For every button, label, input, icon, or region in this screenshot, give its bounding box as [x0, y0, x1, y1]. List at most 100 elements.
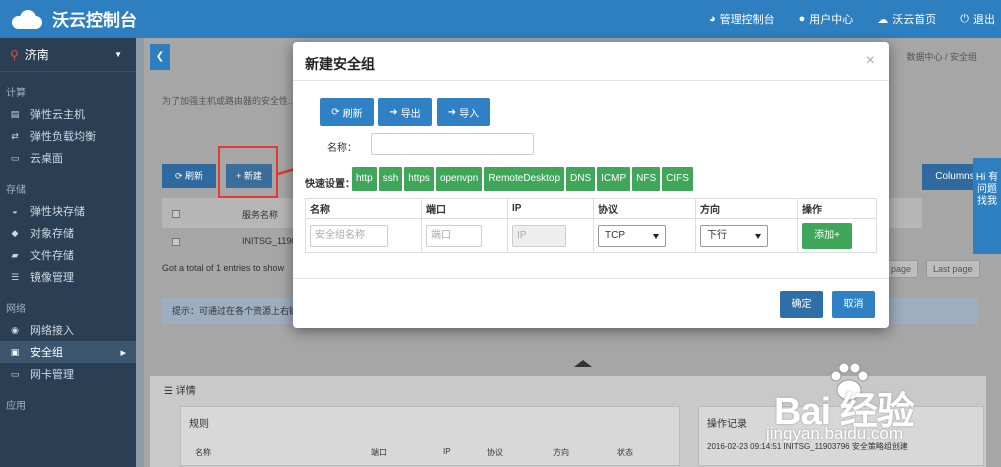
- rules-col-ip: IP: [443, 447, 451, 456]
- sidebar-item-image[interactable]: ☰ 镜像管理: [0, 266, 136, 288]
- row-checkbox[interactable]: [172, 238, 180, 246]
- rules-title: 规则: [189, 419, 209, 430]
- power-icon: ⏻: [960, 12, 969, 25]
- dashboard-icon: ◕: [708, 13, 716, 25]
- table-row[interactable]: INITSG_1190: [242, 236, 296, 246]
- brand-title: 沃云控制台: [52, 11, 137, 30]
- page-notice: 为了加强主机或路由器的安全性...: [162, 96, 296, 106]
- watermark: Bai 经验 jingyan.baidu.com: [754, 356, 1001, 467]
- sidebar-item-ecs[interactable]: ▤ 弹性云主机: [0, 103, 136, 125]
- rules-columns: 名称 端口 IP 协议 方向 状态: [195, 447, 633, 458]
- tag-http[interactable]: http: [352, 167, 377, 191]
- tab-detail[interactable]: ☰ 详情: [164, 382, 196, 397]
- tag-ssh[interactable]: ssh: [378, 167, 403, 191]
- tag-icmp[interactable]: ICMP: [597, 167, 631, 191]
- header-ip: IP: [507, 198, 594, 219]
- top-nav: ◕ 管理控制台 ● 用户中心 ☁ 沃云首页 ⏻ 退出: [709, 0, 995, 38]
- sidebar-scrollbar[interactable]: [136, 38, 144, 467]
- refresh-icon: ⟳: [331, 106, 340, 118]
- rules-col-status: 状态: [617, 448, 633, 457]
- cloud-icon: ☁: [877, 13, 889, 26]
- ok-button[interactable]: 确定: [780, 291, 823, 318]
- rule-name-input[interactable]: 安全组名称: [310, 224, 388, 247]
- section-compute: 计算: [6, 88, 26, 99]
- log-title: 操作记录: [707, 419, 747, 430]
- sidebar-item-label: 镜像管理: [30, 272, 74, 284]
- sidebar-item-desktop[interactable]: ▭ 云桌面: [0, 147, 136, 169]
- sidebar-item-object[interactable]: ◆ 对象存储: [0, 222, 136, 244]
- sidebar-item-nic[interactable]: ▭ 网卡管理: [0, 363, 136, 385]
- tab-detail-label: 详情: [175, 386, 196, 397]
- name-label: 名称：: [327, 143, 357, 154]
- folder-icon: ▰: [11, 249, 19, 260]
- header-port: 端口: [421, 198, 508, 219]
- cube-icon: ◆: [11, 227, 19, 238]
- sidebar-item-label: 弹性块存储: [30, 206, 85, 218]
- protocol-select[interactable]: TCP: [598, 224, 666, 247]
- tag-remotedesktop[interactable]: RemoteDesktop: [484, 167, 565, 191]
- divider: [293, 278, 889, 279]
- sidebar-item-label: 弹性负载均衡: [30, 131, 96, 143]
- import-button[interactable]: ➜ 导入: [437, 98, 490, 126]
- globe-icon: ◉: [11, 324, 19, 335]
- nav-logout[interactable]: ⏻ 退出: [960, 11, 995, 27]
- chevron-right-icon: ▸: [120, 346, 126, 359]
- arrow-left-icon: ➜: [389, 106, 398, 118]
- export-label: 导出: [400, 108, 421, 120]
- location-selector[interactable]: ⚲ 济南 ▼: [0, 38, 136, 72]
- shield-icon: ▣: [10, 346, 20, 357]
- nav-console[interactable]: ◕ 管理控制台: [709, 11, 775, 27]
- pager-last[interactable]: Last page: [926, 260, 980, 278]
- port-input[interactable]: 端口: [426, 224, 482, 247]
- refresh-button[interactable]: ⟳ 刷新: [162, 164, 216, 188]
- direction-select[interactable]: 下行: [700, 224, 768, 247]
- nic-icon: ▭: [10, 368, 20, 379]
- cancel-button[interactable]: 取消: [832, 291, 875, 318]
- tag-https[interactable]: https: [404, 167, 434, 191]
- sidebar-item-label: 对象存储: [30, 228, 74, 240]
- collapse-sidebar-button[interactable]: ❮: [150, 44, 170, 70]
- ip-input: IP: [512, 224, 566, 247]
- caret-down-icon: ▼: [114, 50, 122, 59]
- add-rule-button[interactable]: 添加+: [802, 222, 852, 249]
- name-input[interactable]: [371, 133, 534, 155]
- sidebar-item-elb[interactable]: ⇄ 弹性负载均衡: [0, 125, 136, 147]
- sidebar-item-label: 网卡管理: [30, 369, 74, 381]
- tag-nfs[interactable]: NFS: [632, 167, 661, 191]
- entries-total: Got a total of 1 entries to show: [162, 263, 285, 273]
- quick-setup-label: 快速设置：: [305, 179, 355, 190]
- dialog-title: 新建安全组: [305, 56, 375, 72]
- sidebar-item-label: 安全组: [30, 347, 63, 359]
- disk-icon: ◒: [12, 206, 18, 216]
- select-all-checkbox[interactable]: [172, 210, 180, 218]
- sidebar-item-file[interactable]: ▰ 文件存储: [0, 244, 136, 266]
- sidebar-item-security-group[interactable]: ▣ 安全组 ▸: [0, 341, 136, 363]
- divider: [293, 80, 889, 81]
- sidebar-item-block[interactable]: ◒ 弹性块存储: [0, 200, 136, 222]
- close-icon[interactable]: ×: [866, 52, 875, 70]
- nav-user-center[interactable]: ● 用户中心: [799, 11, 854, 27]
- brand[interactable]: 沃云控制台: [8, 6, 137, 31]
- feedback-widget[interactable]: Hi 有问题 找我: [973, 158, 1001, 254]
- tag-dns[interactable]: DNS: [566, 167, 596, 191]
- column-service-name: 服务名称: [242, 210, 279, 220]
- new-security-group-dialog: 新建安全组 × ⟳ 刷新 ➜ 导出 ➜ 导入 名称： 快速设置： http ssh h…: [293, 42, 889, 328]
- tag-openvpn[interactable]: openvpn: [435, 167, 483, 191]
- arrow-right-icon: ➜: [447, 106, 457, 118]
- dialog-refresh-label: 刷新: [342, 108, 363, 120]
- sidebar-item-access[interactable]: ◉ 网络接入: [0, 319, 136, 341]
- tag-cifs[interactable]: CIFS: [662, 167, 693, 191]
- header-protocol: 协议: [593, 198, 696, 219]
- dialog-refresh-button[interactable]: ⟳ 刷新: [320, 98, 374, 126]
- nav-home-label: 沃云首页: [892, 14, 937, 26]
- sidebar-item-label: 文件存储: [30, 250, 74, 262]
- breadcrumb: 数据中心 / 安全组: [906, 52, 977, 62]
- pager-prev[interactable]: page: [884, 260, 919, 278]
- nav-home[interactable]: ☁ 沃云首页: [877, 11, 936, 27]
- quick-setup-tags: http ssh https openvpn RemoteDesktop DNS…: [352, 167, 693, 191]
- sidebar-item-label: 云桌面: [30, 153, 63, 165]
- server-icon: ▤: [10, 108, 20, 119]
- splitter-handle[interactable]: [574, 360, 592, 367]
- export-button[interactable]: ➜ 导出: [378, 98, 432, 126]
- sidebar: ⚲ 济南 ▼ 计算 ▤ 弹性云主机 ⇄ 弹性负载均衡 ▭ 云桌面 存储 ◒ 弹性块存储 …: [0, 38, 136, 467]
